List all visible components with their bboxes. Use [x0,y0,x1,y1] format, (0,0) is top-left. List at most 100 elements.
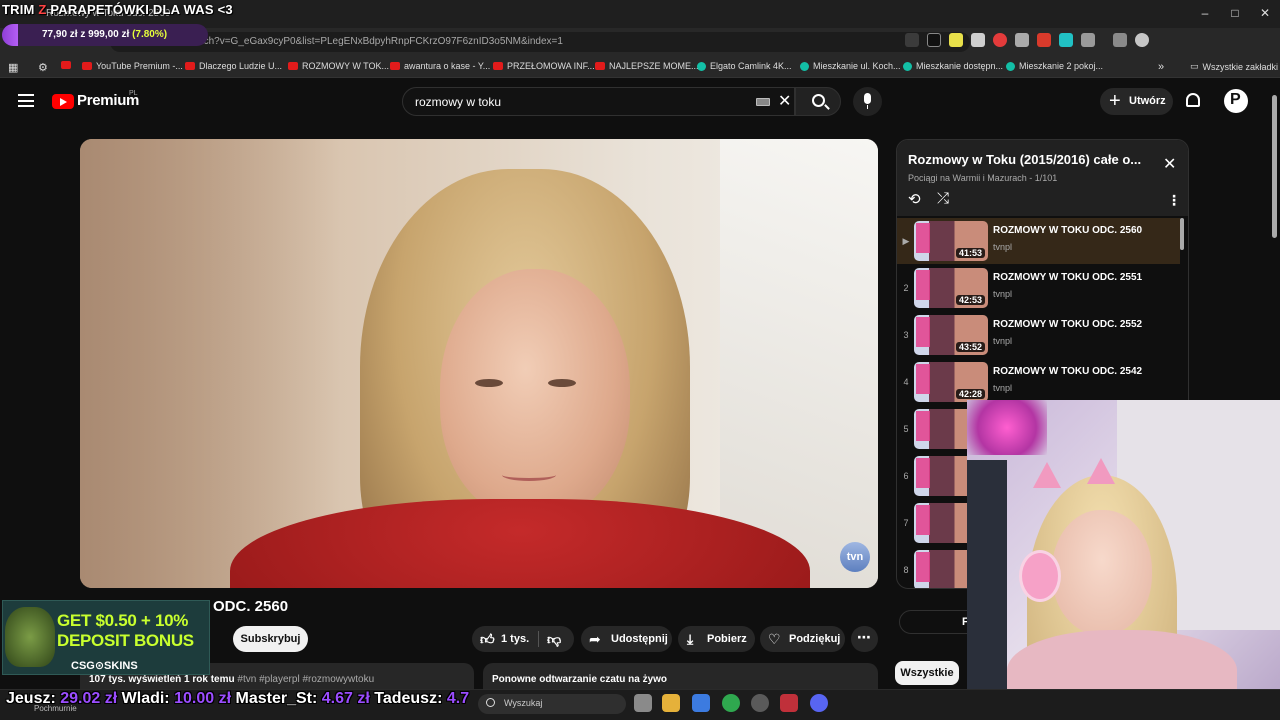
webcam-overlay [967,400,1280,720]
extension-icon[interactable] [993,33,1007,47]
bookmark-item[interactable]: Mieszkanie 2 pokoj... [1006,61,1103,71]
bookmark-item[interactable]: ROZMOWY W TOK... [288,61,389,71]
playlist-item-thumbnail[interactable]: 41:53 [914,221,988,261]
apps-grid-icon[interactable]: ▦ [8,61,18,74]
all-bookmarks[interactable]: ▭ Wszystkie zakładki [1190,61,1278,72]
webcam-light [967,400,1047,455]
thanks-button[interactable]: ♡ Podziękuj [760,626,845,652]
extension-icon[interactable] [927,33,941,47]
youtube-icon [493,62,503,70]
playlist-item-channel[interactable]: tvnpl [993,242,1012,252]
playlist-icon[interactable] [1113,33,1127,47]
show-logo-badge [916,364,930,394]
create-button[interactable]: + Utwórz [1100,88,1173,115]
show-logo-badge [916,223,930,253]
bookmark-item[interactable]: Dlaczego Ludzie U... [185,61,282,71]
profile-icon[interactable] [1135,33,1149,47]
thumbs-down-icon[interactable]: 👎︎ [547,631,561,648]
tip-ticker: Jeusz: 29.02 zł Wladi: 10.00 zł Master_S… [6,690,469,708]
bell-icon[interactable] [1186,93,1200,107]
youtube-icon [185,62,195,70]
more-actions-button[interactable]: ⋯ [851,626,878,652]
extension-icon[interactable] [905,33,919,47]
playlist-scrollbar[interactable] [1180,218,1184,250]
goal-amount: 77,90 zł z 999,00 zł (7.80%) [42,29,168,40]
playlist-item[interactable]: 4 42:28 ROZMOWY W TOKU ODC. 2542 tvnpl [897,359,1180,405]
share-button[interactable]: ➦ Udostępnij [581,626,672,652]
extension-icon[interactable] [1037,33,1051,47]
thumbs-up-icon[interactable]: 👍︎ [480,631,495,648]
tip-amount: 4.67 zł [321,690,370,707]
extension-icon[interactable] [971,33,985,47]
search-icon [812,94,825,107]
close-icon[interactable]: ✕ [1163,154,1176,174]
task-view-icon[interactable] [634,694,652,712]
chip-all[interactable]: Wszystkie [895,661,959,685]
keyboard-icon[interactable] [756,98,770,106]
chevron-right-icon[interactable]: » [1158,61,1164,73]
playlist-item-thumbnail[interactable]: 42:28 [914,362,988,402]
playlist-item-title[interactable]: ROZMOWY W TOKU ODC. 2552 [993,319,1142,330]
discord-icon[interactable] [810,694,828,712]
page-scrollbar[interactable] [1272,95,1277,238]
ad-headline: DEPOSIT BONUS [57,631,194,650]
shuffle-icon[interactable]: ⤮ [937,190,949,207]
subscribe-button[interactable]: Subskrybuj [233,626,308,652]
bookmark-item[interactable]: Mieszkanie dostępn... [903,61,1003,71]
playlist-item-title[interactable]: ROZMOWY W TOKU ODC. 2551 [993,272,1142,283]
bookmark-item[interactable]: NAJLEPSZE MOME... [595,61,699,71]
playlist-item-title[interactable]: ROZMOWY W TOKU ODC. 2542 [993,366,1142,377]
minimize-button[interactable]: – [1190,6,1220,20]
playlist-item-thumbnail[interactable]: 42:53 [914,268,988,308]
playlist-item-channel[interactable]: tvnpl [993,336,1012,346]
bookmark-item[interactable]: Mieszkanie ul. Koch... [800,61,901,71]
tipper-name: Jeusz: [6,690,56,707]
like-count[interactable]: 1 tys. [501,633,529,645]
tip-amount: 29.02 zł [60,690,118,707]
bookmark-youtube[interactable] [61,61,71,69]
taskbar-search[interactable]: Wyszukaj [478,694,626,714]
playlist-item[interactable]: 2 42:53 ROZMOWY W TOKU ODC. 2551 tvnpl [897,265,1180,311]
close-icon[interactable]: ✕ [778,91,791,111]
playlist-title[interactable]: Rozmowy w Toku (2015/2016) całe o... [908,152,1153,167]
youtube-icon [82,62,92,70]
playlist-item-channel[interactable]: tvnpl [993,383,1012,393]
playlist-subtitle[interactable]: Pociągi na Warmii i Mazurach - 1/101 [908,173,1057,183]
menu-icon[interactable] [18,94,34,107]
microphone-icon[interactable] [853,87,882,116]
youtube-logo-icon[interactable] [52,94,74,109]
extension-icon[interactable] [949,33,963,47]
more-vertical-icon[interactable]: ⋮ [1167,192,1181,209]
divider [538,631,539,647]
url-field[interactable]: youtube.com/watch?v=G_eGax9cyP0&list=PLe… [110,32,970,52]
loop-icon[interactable]: ⟲ [908,190,921,208]
playlist-item-thumbnail[interactable]: 43:52 [914,315,988,355]
hashtags[interactable]: #tvn #playerpl #rozmowywtoku [237,674,374,685]
bookmark-item[interactable]: YouTube Premium -... [82,61,183,71]
shield-icon[interactable] [1015,33,1029,47]
bookmark-item[interactable]: Elgato Camlink 4K... [697,61,792,71]
close-window-button[interactable]: ✕ [1250,6,1280,20]
playlist-item[interactable]: ▶ 41:53 ROZMOWY W TOKU ODC. 2560 tvnpl [897,218,1180,264]
puzzle-icon[interactable] [1081,33,1095,47]
download-button[interactable]: ⤓ Pobierz [678,626,755,652]
avatar[interactable] [1224,89,1248,113]
ad-brand: CSG⊙SKINS [71,660,138,672]
gear-icon[interactable]: ⚙ [38,61,48,74]
tipper-name: Wladi: [121,690,170,707]
store-icon[interactable] [692,694,710,712]
search-input[interactable]: rozmowy w toku ✕ [402,87,795,116]
bookmark-item[interactable]: awantura o kase - Y... [390,61,490,71]
playlist-item[interactable]: 3 43:52 ROZMOWY W TOKU ODC. 2552 tvnpl [897,312,1180,358]
playlist-item-title[interactable]: ROZMOWY W TOKU ODC. 2560 [993,225,1142,236]
chrome-icon[interactable] [722,694,740,712]
maximize-button[interactable]: □ [1220,6,1250,20]
bookmark-item[interactable]: PRZEŁOMOWA INF... [493,61,595,71]
search-button[interactable] [795,87,841,116]
extension-icon[interactable] [1059,33,1073,47]
app-icon[interactable] [780,694,798,712]
playlist-item-channel[interactable]: tvnpl [993,289,1012,299]
obs-icon[interactable] [751,694,769,712]
video-player[interactable]: tvn [80,139,878,588]
file-explorer-icon[interactable] [662,694,680,712]
